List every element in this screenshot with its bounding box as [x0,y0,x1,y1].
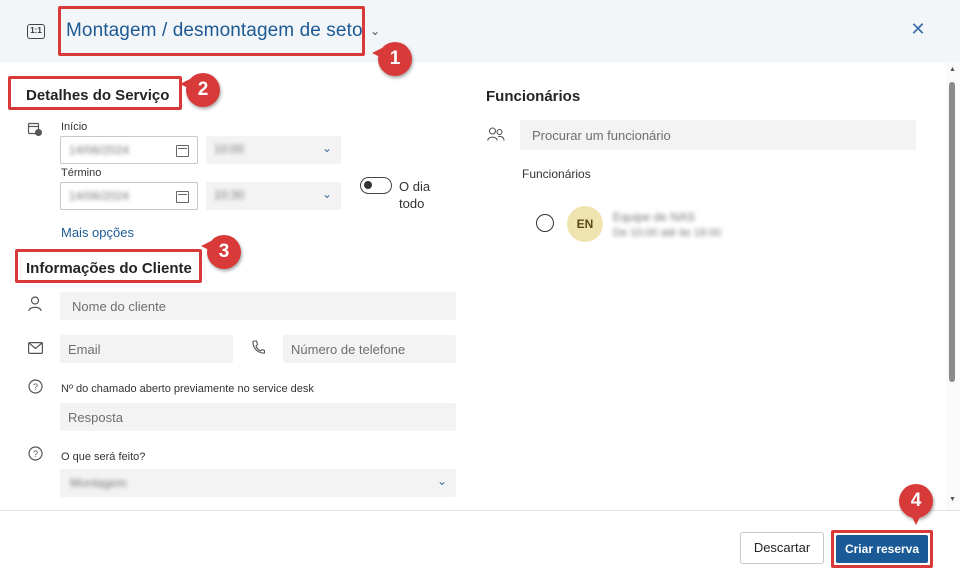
more-options-link[interactable]: Mais opções [61,225,134,240]
employee-availability: De 10:00 até às 18:00 [613,227,722,239]
chevron-down-icon: ⌄ [322,187,333,201]
start-time-select[interactable]: 10:00 ⌄ [206,136,341,164]
end-label: Término [61,167,102,179]
toggle-knob [364,181,372,189]
phone-icon [252,340,265,354]
annotation-badge-2: 2 [180,73,220,107]
chevron-down-icon: ⌄ [437,474,448,488]
all-day-label-line1: O dia [399,179,431,194]
service-title-highlight[interactable]: Montagem / desmontagem de setor [58,6,365,56]
end-time-value: 10:30 [214,188,245,202]
end-date-value: 14/06/2024 [69,189,130,203]
client-info-heading: Informações do Cliente [26,260,192,277]
email-input[interactable]: Email [60,335,233,363]
ticket-answer-input[interactable]: Resposta [60,403,456,431]
scroll-down-icon[interactable]: ▼ [949,496,956,503]
start-date-value: 14/06/2024 [69,143,130,157]
person-icon [28,296,42,312]
create-reservation-button[interactable]: Criar reserva [836,535,928,563]
end-time-select[interactable]: 10:30 ⌄ [206,182,341,210]
employee-search-placeholder: Procurar um funcionário [532,128,671,143]
employee-radio[interactable] [536,214,554,232]
start-label: Início [61,121,88,133]
svg-text:?: ? [33,449,38,459]
phone-placeholder: Número de telefone [291,342,406,357]
email-placeholder: Email [68,342,101,357]
question-icon: ? [28,446,43,461]
annotation-badge-3: 3 [201,235,241,269]
calendar-icon[interactable] [176,145,189,157]
scroll-up-icon[interactable]: ▲ [949,66,956,73]
annotation-badge-4: 4 [899,484,933,525]
scrollbar-thumb[interactable] [949,82,955,382]
client-name-input[interactable]: Nome do cliente [60,292,456,320]
all-day-toggle[interactable] [360,177,392,194]
svg-text:?: ? [33,382,38,392]
annotation-badge-1: 1 [372,42,412,76]
ticket-question-label: Nº do chamado aberto previamente no serv… [61,383,314,395]
service-details-heading: Detalhes do Serviço [26,87,170,104]
discard-button[interactable]: Descartar [740,532,824,564]
calendar-clock-icon [27,122,42,136]
mail-icon [28,342,43,354]
task-select[interactable]: Montagem ⌄ [60,469,456,497]
end-date-input[interactable]: 14/06/2024 [60,182,198,210]
calendar-icon[interactable] [176,191,189,203]
start-date-input[interactable]: 14/06/2024 [60,136,198,164]
task-question-label: O que será feito? [61,451,146,463]
people-icon [487,127,505,141]
chevron-down-icon: ⌄ [322,141,333,155]
start-time-value: 10:00 [214,142,245,156]
close-icon[interactable]: ✕ [908,19,928,39]
all-day-label-line2: todo [399,196,425,211]
employees-list-heading: Funcionários [522,167,591,181]
question-icon: ? [28,379,43,394]
service-type-icon: 1:1 [27,24,45,39]
ticket-answer-placeholder: Resposta [68,410,123,425]
employee-name: Equipe de NAS [613,210,696,224]
phone-input[interactable]: Número de telefone [283,335,456,363]
service-title[interactable]: Montagem / desmontagem de setor [66,20,362,42]
create-button-highlight: Criar reserva [831,530,933,568]
employee-search-input[interactable]: Procurar um funcionário [520,120,916,150]
chevron-down-icon[interactable]: ⌄ [370,24,380,38]
footer-divider [0,510,960,511]
employees-heading: Funcionários [486,88,581,105]
task-select-value: Montagem [70,476,127,490]
avatar: EN [567,206,603,242]
client-name-placeholder: Nome do cliente [72,299,166,314]
